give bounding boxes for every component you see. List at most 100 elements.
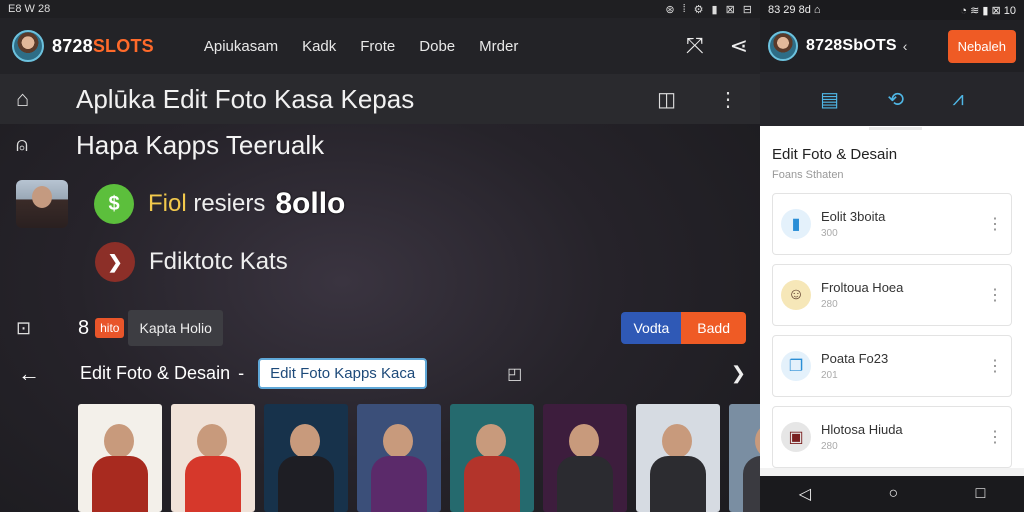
mobile-section-subtitle: Foans Sthaten <box>772 169 844 181</box>
status-badge: hito <box>95 318 125 338</box>
chevron-right-icon[interactable]: ❯ <box>731 363 746 384</box>
expand-icon[interactable]: ◰ <box>507 364 522 384</box>
poster-card[interactable] <box>543 404 627 512</box>
shield-icon[interactable]: ❯ <box>95 242 135 282</box>
poster-card[interactable] <box>729 404 760 512</box>
poster-face <box>569 424 599 458</box>
split-view-icon[interactable]: ◫ <box>657 87 676 112</box>
header-actions: ⤧ ⋖ <box>686 33 748 59</box>
feature-1-text: Fiol resiers <box>148 190 266 217</box>
mobile-panel: 83 29 8d ⌂ ◔ ≋ ▮ ⊠ 10 8728SbOTS ‹ Nebale… <box>760 0 1024 512</box>
more-vertical-icon[interactable]: ⋮ <box>718 87 738 112</box>
arrow-left-icon[interactable]: ← <box>18 361 80 387</box>
mobile-card-list: ▮ Eolit 3boita 300 ⋮ ☺ Froltoua Hoea 280 ⋮ ❐ Poat… <box>760 189 1024 468</box>
poster-figure <box>185 456 241 512</box>
poster-face <box>197 424 227 458</box>
poster-card[interactable] <box>636 404 720 512</box>
status-icons: ⊛ ⁞ ⚙ ▮ ⊠ ⊟ <box>665 3 752 16</box>
poster-figure <box>557 456 613 512</box>
poster-card[interactable] <box>450 404 534 512</box>
nav-link-3[interactable]: Frote <box>360 38 395 55</box>
item-title: Froltoua Hoea <box>821 280 904 295</box>
brand-highlight: SLOTS <box>92 35 154 56</box>
nav-link-1[interactable]: Apiukasam <box>204 38 278 55</box>
nav-link-5[interactable]: Mrder <box>479 38 518 55</box>
profile-photo[interactable] <box>16 180 68 228</box>
page-toolbar: ⌂ Aplūka Edit Foto Kasa Kepas ◫ ⋮ <box>0 74 760 124</box>
mobile-brand[interactable]: 8728SbOTS <box>806 37 897 55</box>
window-icon: ⊟ <box>742 3 752 16</box>
more-vertical-icon[interactable]: ⋮ <box>987 427 1003 447</box>
signal-icon: ⁞ <box>682 2 686 15</box>
poster-face <box>662 424 692 458</box>
dollar-icon[interactable]: $ <box>94 184 134 224</box>
poster-card[interactable] <box>171 404 255 512</box>
app-icon: ❐ <box>781 351 811 381</box>
poster-figure <box>464 456 520 512</box>
item-count: 201 <box>821 370 838 381</box>
more-vertical-icon[interactable]: ⋮ <box>987 285 1003 305</box>
recents-square-icon[interactable]: □ <box>976 485 986 503</box>
poster-figure <box>92 456 148 512</box>
status-time: E8 W 28 <box>8 3 51 15</box>
more-vertical-icon[interactable]: ⋮ <box>987 356 1003 376</box>
toolbar-tools: ◫ ⋮ <box>657 87 744 112</box>
row-feature-1: $ Fiol resiers 8ollo <box>16 180 345 228</box>
row-feature-2: ❯ Fdiktotc Kats <box>95 242 288 282</box>
home-circle-icon[interactable]: ○ <box>888 485 898 503</box>
mobile-status-right: ◔ ≋ ▮ ⊠ 10 <box>960 4 1016 17</box>
search-input[interactable]: Edit Foto Kapps Kaca <box>258 358 428 389</box>
sync-icon: ⊛ <box>665 3 675 16</box>
settings-icon: ⚙ <box>693 3 704 16</box>
home-icon[interactable]: ⌂ <box>16 86 46 112</box>
poster-figure <box>278 456 334 512</box>
brand-prefix: 8728 <box>52 35 93 56</box>
mobile-avatar[interactable] <box>768 31 798 61</box>
tab-chart-icon[interactable]: ⩘ <box>941 78 976 121</box>
poster-figure <box>650 456 706 512</box>
status-bar: E8 W 28 ⊛ ⁞ ⚙ ▮ ⊠ ⊟ <box>0 0 760 18</box>
tab-document-icon[interactable]: ▤ <box>808 77 851 122</box>
list-item[interactable]: ▮ Eolit 3boita 300 ⋮ <box>772 193 1012 255</box>
row-section-header: ← Edit Foto & Desain - Edit Foto Kapps K… <box>18 358 746 389</box>
row-actions: ⊡ 8 hito Kapta Holio Vodta Badd <box>16 310 746 346</box>
button-group: Vodta Badd <box>621 312 746 344</box>
mobile-tabs: ▤ ⟲ ⩘ <box>760 72 1024 130</box>
item-title: Eolit 3boita <box>821 209 886 224</box>
poster-card[interactable] <box>78 404 162 512</box>
mobile-section-header: Edit Foto & Desain Foans Sthaten <box>760 126 1024 189</box>
share-icon[interactable]: ⋖ <box>730 33 748 59</box>
network-icon[interactable]: ⤧ <box>686 33 704 59</box>
poster-card[interactable] <box>264 404 348 512</box>
poster-card[interactable] <box>357 404 441 512</box>
mobile-status-bar: 83 29 8d ⌂ ◔ ≋ ▮ ⊠ 10 <box>760 0 1024 20</box>
chevron-left-icon[interactable]: ‹ <box>903 38 908 54</box>
mobile-header: 8728SbOTS ‹ Nebaleh <box>760 20 1024 72</box>
cta-button[interactable]: Nebaleh <box>947 29 1016 63</box>
add-button[interactable]: Badd <box>681 312 746 344</box>
poster-figure <box>371 456 427 512</box>
poster-carousel <box>78 404 760 512</box>
avatar[interactable] <box>12 30 44 62</box>
list-item[interactable]: ▣ Hlotosa Hiuda 280 ⋮ <box>772 406 1012 468</box>
tab-sync-icon[interactable]: ⟲ <box>869 77 922 130</box>
item-title: Poata Fo23 <box>821 351 889 366</box>
nav-link-4[interactable]: Dobe <box>419 38 455 55</box>
poster-figure <box>743 456 760 512</box>
tooltip-chip[interactable]: Kapta Holio <box>128 310 223 346</box>
back-triangle-icon[interactable]: ◁ <box>799 484 811 504</box>
feature-2-text: Fdiktotc Kats <box>149 248 288 275</box>
nav-link-2[interactable]: Kadk <box>302 38 336 55</box>
brand-logo[interactable]: 8728SLOTS <box>52 36 154 57</box>
message-icon[interactable]: ⊡ <box>16 318 78 339</box>
app-icon: ☺ <box>781 280 811 310</box>
item-count: 300 <box>821 228 838 239</box>
battery-icon: ▮ <box>711 3 718 16</box>
more-vertical-icon[interactable]: ⋮ <box>987 214 1003 234</box>
vote-button[interactable]: Vodta <box>621 312 682 344</box>
list-item[interactable]: ❐ Poata Fo23 201 ⋮ <box>772 335 1012 397</box>
mobile-section-title: Edit Foto & Desain <box>772 146 898 163</box>
app-icon: ▮ <box>781 209 811 239</box>
list-item[interactable]: ☺ Froltoua Hoea 280 ⋮ <box>772 264 1012 326</box>
bell-icon[interactable]: ⍝ <box>16 134 76 157</box>
